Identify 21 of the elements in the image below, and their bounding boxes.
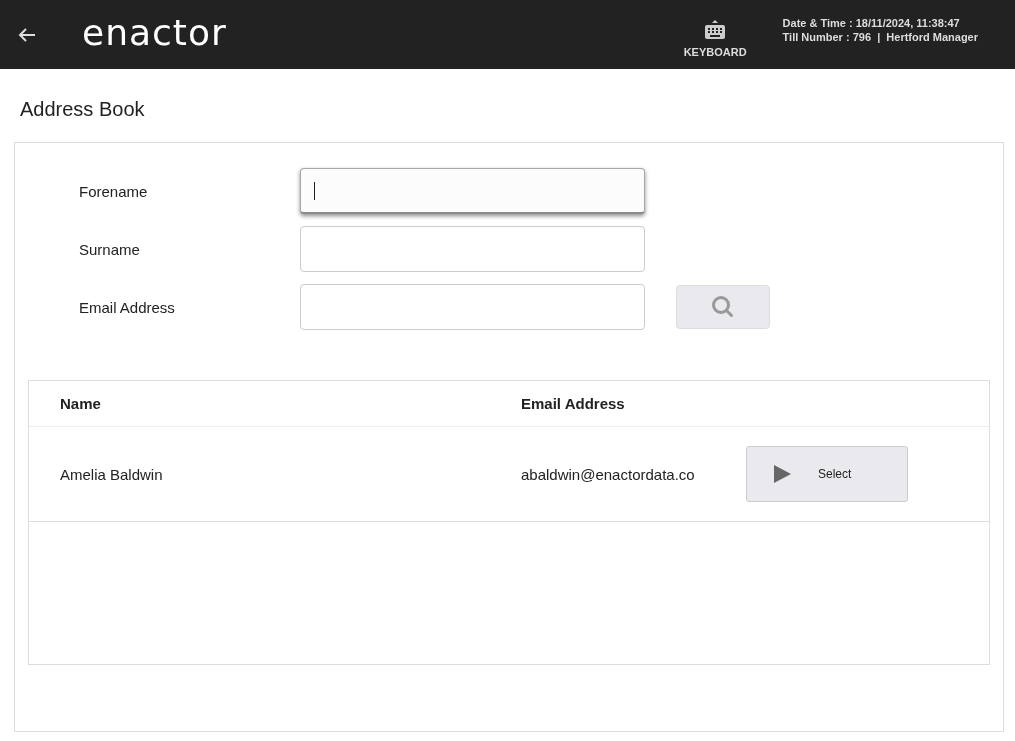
keyboard-button[interactable]: KEYBOARD	[683, 19, 747, 58]
search-button[interactable]	[676, 285, 770, 329]
search-icon	[711, 295, 735, 319]
select-button[interactable]: Select	[746, 446, 908, 502]
column-header: Email Address	[521, 395, 625, 412]
play-icon	[773, 465, 791, 483]
input-field[interactable]	[300, 226, 645, 272]
column-header: Name	[59, 395, 102, 412]
logo: enactor	[82, 12, 227, 53]
field-label: Surname	[79, 240, 141, 258]
table-cell-text: abaldwin@enactordata.co	[521, 465, 696, 483]
field-label: Email Address	[79, 298, 176, 316]
till-info-text: Till Number : 796 | Hertford Manager	[782, 31, 978, 43]
table-cell-text: Amelia Baldwin	[59, 465, 164, 483]
input-field[interactable]	[300, 284, 645, 330]
input-field[interactable]	[300, 168, 645, 214]
page-title: Address Book	[20, 98, 146, 122]
back-arrow-icon[interactable]	[18, 26, 36, 43]
date-time-text: Date & Time : 18/11/2024, 11:38:47	[782, 17, 961, 29]
keyboard-icon	[704, 19, 727, 41]
field-label: Forename	[79, 182, 149, 200]
